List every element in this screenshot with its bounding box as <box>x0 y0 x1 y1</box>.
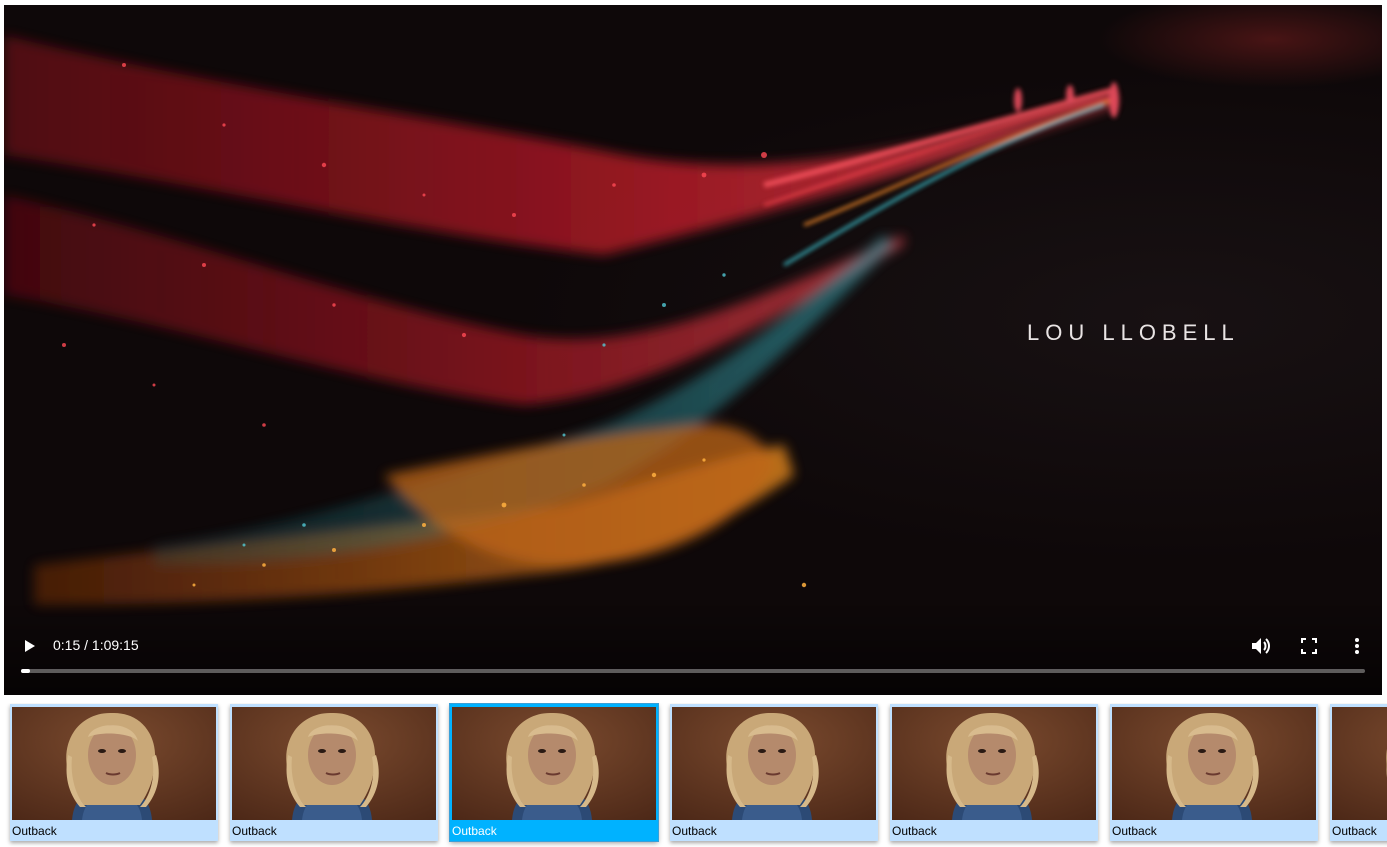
playlist-item-label: Outback <box>452 824 497 838</box>
playlist-item-label: Outback <box>232 824 277 838</box>
video-player[interactable]: LOU LLOBELL 0:15 / 1:09:15 <box>4 5 1382 695</box>
time-display: 0:15 / 1:09:15 <box>53 637 139 653</box>
playlist-item-label: Outback <box>1112 824 1157 838</box>
playlist-item-thumbnail <box>232 707 436 820</box>
more-vert-icon <box>1355 638 1359 654</box>
seek-bar-progress <box>21 669 31 673</box>
volume-icon <box>1252 638 1270 654</box>
playlist-item-thumbnail <box>1332 707 1387 820</box>
playlist-item[interactable]: Outback <box>230 704 438 841</box>
playlist-strip[interactable]: Outback Outback Outback Outback Outback … <box>0 703 1387 847</box>
playlist-item-thumbnail <box>892 707 1096 820</box>
playlist-item[interactable]: Outback <box>450 704 658 841</box>
more-options-button[interactable] <box>1342 631 1372 661</box>
video-frame[interactable]: LOU LLOBELL <box>4 5 1382 695</box>
play-icon <box>25 640 35 652</box>
particle-artwork <box>4 35 1119 605</box>
fullscreen-button[interactable] <box>1294 631 1324 661</box>
playlist-item-thumbnail <box>1112 707 1316 820</box>
player-controls: 0:15 / 1:09:15 <box>4 631 1382 661</box>
playlist-item[interactable]: Outback <box>890 704 1098 841</box>
playlist-item-label: Outback <box>1332 824 1377 838</box>
thumbnail-image <box>672 707 876 820</box>
playlist-item-label: Outback <box>892 824 937 838</box>
play-button[interactable] <box>15 631 45 661</box>
fullscreen-icon <box>1301 638 1317 654</box>
playlist-item[interactable]: Outback <box>10 704 218 841</box>
thumbnail-image <box>452 707 656 820</box>
volume-button[interactable] <box>1246 631 1276 661</box>
video-title-overlay: LOU LLOBELL <box>1027 320 1240 345</box>
seek-bar[interactable] <box>21 669 1365 673</box>
playlist-item-thumbnail <box>12 707 216 820</box>
playlist-item-label: Outback <box>12 824 57 838</box>
playlist-item[interactable]: Outback <box>670 704 878 841</box>
playlist-item[interactable]: Outback <box>1110 704 1318 841</box>
thumbnail-image <box>12 707 216 820</box>
thumbnail-image <box>1332 707 1387 820</box>
thumbnail-image <box>232 707 436 820</box>
playlist-item-thumbnail <box>452 707 656 820</box>
thumbnail-image <box>1112 707 1316 820</box>
playlist-item-thumbnail <box>672 707 876 820</box>
thumbnail-image <box>892 707 1096 820</box>
playlist-item-label: Outback <box>672 824 717 838</box>
playlist-item[interactable]: Outback <box>1330 704 1387 841</box>
